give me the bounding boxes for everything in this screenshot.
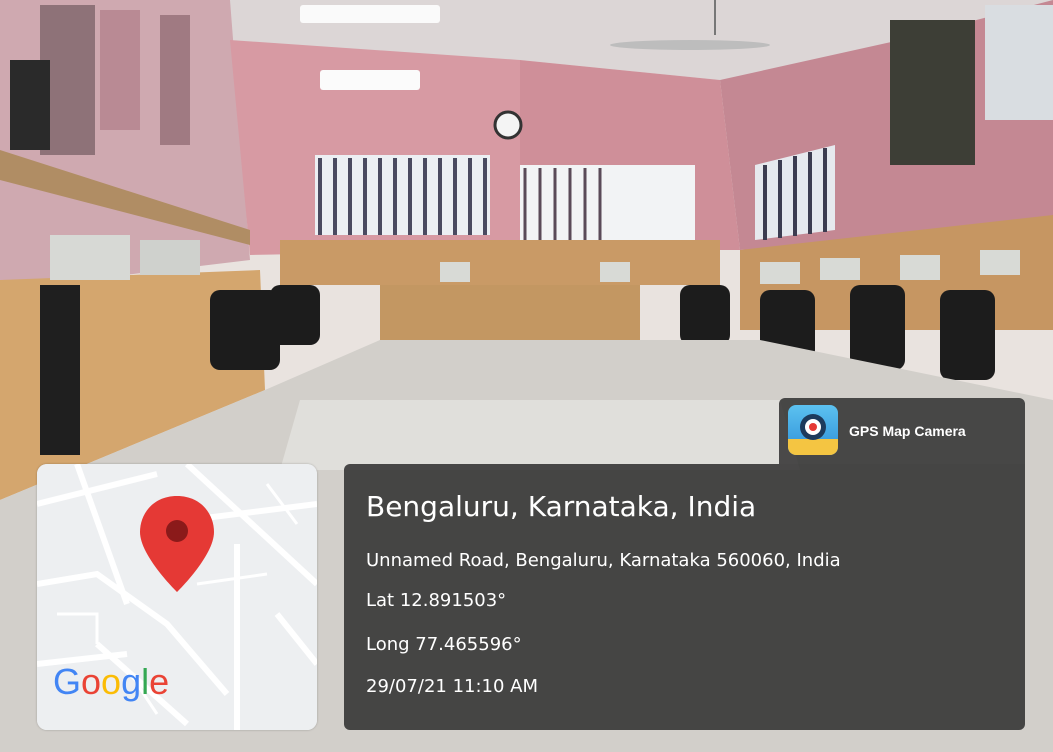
map-thumbnail: Google [37,464,317,730]
longitude: Long 77.465596° [366,634,522,655]
address-line: Unnamed Road, Bengaluru, Karnataka 56006… [366,550,841,571]
app-name: GPS Map Camera [849,423,966,439]
app-badge: GPS Map Camera [779,398,1025,464]
timestamp: 29/07/21 11:10 AM [366,676,539,697]
google-logo: Google [53,661,170,702]
gps-map-camera-icon [788,405,838,455]
geotagged-photo: Google GPS Map Camera Bengaluru, Karnata… [0,0,1053,752]
latitude: Lat 12.891503° [366,590,507,611]
location-info-panel: Bengaluru, Karnataka, India Unnamed Road… [344,464,1025,730]
location-title: Bengaluru, Karnataka, India [366,490,757,523]
